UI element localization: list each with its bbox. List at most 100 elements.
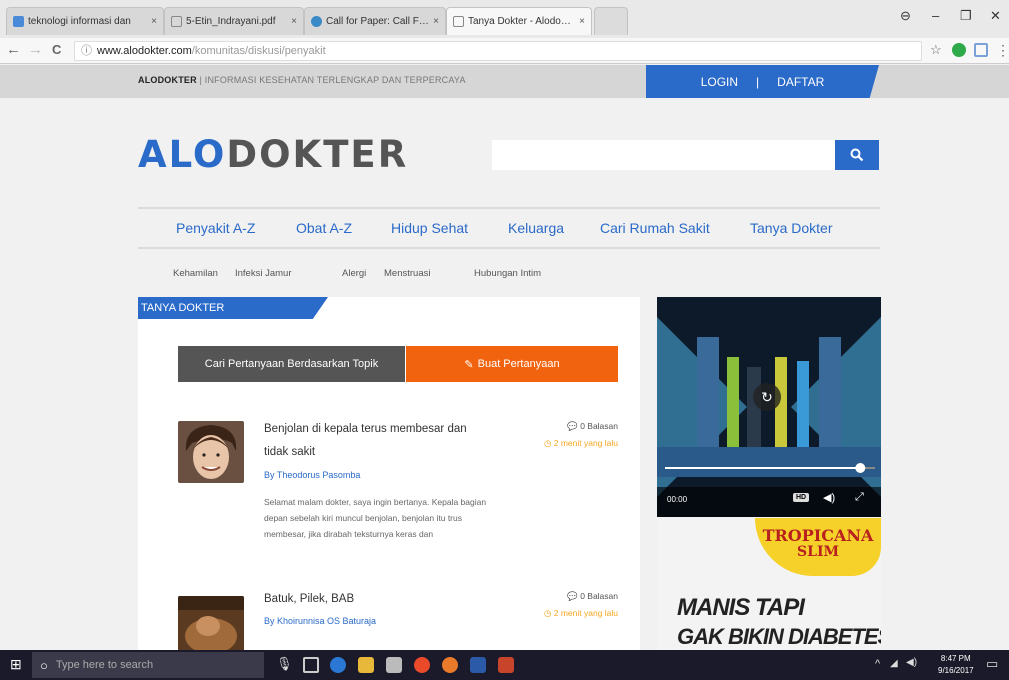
url-field[interactable]: ⓘ www.alodokter.com/komunitas/diskusi/pe… xyxy=(74,41,922,61)
browser-tab-strip: teknologi informasi dan × 5-Etin_Indraya… xyxy=(0,0,1009,38)
hd-toggle-button[interactable]: HD xyxy=(793,493,810,502)
tab-close-icon[interactable]: × xyxy=(579,16,585,27)
site-favicon-icon xyxy=(311,16,322,27)
chrome-icon[interactable] xyxy=(414,657,430,673)
tray-chevron-icon[interactable]: ^ xyxy=(875,658,880,670)
nav-keluarga[interactable]: Keluarga xyxy=(508,220,564,236)
account-bar: LOGIN | DAFTAR xyxy=(646,65,879,98)
video-time: 00:00 xyxy=(667,495,688,504)
address-bar-row: ← → C ⓘ www.alodokter.com/komunitas/disk… xyxy=(0,38,1009,64)
question-time: 2 menit yang lalu xyxy=(553,438,618,448)
task-view-icon[interactable] xyxy=(303,657,319,673)
advertisement-banner[interactable]: TROPICANA SLIM MANIS TAPI GAK BIKIN DIAB… xyxy=(657,518,881,650)
tropicana-logo: TROPICANA SLIM xyxy=(755,518,881,576)
profile-icon[interactable]: ⊖ xyxy=(900,8,911,24)
browser-menu-icon[interactable]: ⋮ xyxy=(996,41,1009,59)
os-taskbar: ⊞ ○ Type here to search 🎙 ^ ◢ ◀) 8:47 PM… xyxy=(0,650,1009,680)
windows-start-icon[interactable]: ⊞ xyxy=(10,656,22,673)
system-clock[interactable]: 8:47 PM 9/16/2017 xyxy=(938,653,974,677)
tab-close-icon[interactable]: × xyxy=(291,16,297,27)
site-info-icon[interactable]: ⓘ xyxy=(81,42,92,60)
bookmark-star-icon[interactable]: ☆ xyxy=(930,41,942,59)
pencil-icon: ✎ xyxy=(464,358,474,371)
nav-obat[interactable]: Obat A-Z xyxy=(296,220,352,236)
question-excerpt: Selamat malam dokter, saya ingin bertany… xyxy=(264,497,487,539)
logo-alo: ALO xyxy=(138,133,227,176)
document-icon xyxy=(453,16,464,27)
video-frame: ↻ xyxy=(657,297,881,517)
nav-cari-rumah-sakit[interactable]: Cari Rumah Sakit xyxy=(600,220,710,236)
subnav-infeksi-jamur[interactable]: Infeksi Jamur xyxy=(235,268,292,279)
subnav-hubungan-intim[interactable]: Hubungan Intim xyxy=(474,268,541,279)
notification-icon[interactable]: ▭ xyxy=(986,656,998,672)
firefox-icon[interactable] xyxy=(442,657,458,673)
question-time: 2 menit yang lalu xyxy=(553,608,618,618)
edge-icon[interactable] xyxy=(330,657,346,673)
minimize-icon[interactable]: – xyxy=(932,8,939,23)
microphone-icon[interactable]: 🎙 xyxy=(276,656,293,672)
ask-question-label: Buat Pertanyaan xyxy=(477,358,560,370)
site-favicon-icon xyxy=(13,16,24,27)
reload-icon[interactable]: C xyxy=(52,41,61,59)
question-meta: 💬 0 Balasan ◷ 2 menit yang lalu xyxy=(544,588,618,622)
section-label: TANYA DOKTER xyxy=(138,297,328,319)
tab-title: 5-Etin_Indrayani.pdf xyxy=(186,16,276,27)
ad-brand-line1: TROPICANA xyxy=(762,526,874,545)
site-logo[interactable]: ALODOKTER xyxy=(138,133,408,176)
register-link[interactable]: DAFTAR xyxy=(777,75,824,89)
comment-icon: 💬 xyxy=(567,421,578,431)
browser-tab-active[interactable]: Tanya Dokter - Alodokter × xyxy=(446,7,592,35)
reply-count: 0 Balasan xyxy=(580,591,618,601)
video-player[interactable]: ↻ 00:00 HD ◀) ⤢ xyxy=(657,297,881,517)
question-meta: 💬 0 Balasan ◷ 2 menit yang lalu xyxy=(544,418,618,452)
search-topic-button[interactable]: Cari Pertanyaan Berdasarkan Topik xyxy=(178,346,405,382)
store-icon[interactable] xyxy=(386,657,402,673)
question-author[interactable]: By Theodorus Pasomba xyxy=(264,470,360,480)
word-icon[interactable] xyxy=(470,657,486,673)
volume-icon[interactable]: ◀) xyxy=(823,491,835,504)
file-explorer-icon[interactable] xyxy=(358,657,374,673)
subnav-kehamilan[interactable]: Kehamilan xyxy=(173,268,218,279)
subnav-menstruasi[interactable]: Menstruasi xyxy=(384,268,430,279)
tab-close-icon[interactable]: × xyxy=(151,16,157,27)
back-icon[interactable]: ← xyxy=(6,41,21,59)
forward-icon[interactable]: → xyxy=(28,41,43,59)
ad-headline1: MANIS TAPI xyxy=(677,594,805,621)
svg-text:↻: ↻ xyxy=(761,390,773,406)
tagline-brand: ALODOKTER xyxy=(138,75,197,85)
tab-title: Tanya Dokter - Alodokter xyxy=(468,16,576,27)
question-item[interactable]: Batuk, Pilek, BAB By Khoirunnisa OS Batu… xyxy=(178,588,618,650)
ask-question-button[interactable]: ✎ Buat Pertanyaan xyxy=(406,346,618,382)
fullscreen-icon[interactable]: ⤢ xyxy=(855,491,864,504)
new-tab-button[interactable] xyxy=(594,7,628,35)
tab-title: Call for Paper: Call For Pa xyxy=(326,16,429,27)
network-icon[interactable]: ◢ xyxy=(890,658,898,669)
browser-tab[interactable]: Call for Paper: Call For Pa × xyxy=(304,7,446,35)
cortana-icon: ○ xyxy=(40,657,48,673)
search-button[interactable] xyxy=(835,140,879,170)
nav-penyakit[interactable]: Penyakit A-Z xyxy=(176,220,255,236)
tab-close-icon[interactable]: × xyxy=(433,16,439,27)
nav-tanya-dokter[interactable]: Tanya Dokter xyxy=(750,220,832,236)
restore-icon[interactable]: ❐ xyxy=(960,8,972,24)
browser-tab[interactable]: teknologi informasi dan × xyxy=(6,7,164,35)
volume-tray-icon[interactable]: ◀) xyxy=(906,657,917,668)
subnav-alergi[interactable]: Alergi xyxy=(342,268,366,279)
ad-headline2: GAK BIKIN DIABETES? xyxy=(677,624,881,649)
browser-tab[interactable]: 5-Etin_Indrayani.pdf × xyxy=(164,7,304,35)
close-window-icon[interactable]: ✕ xyxy=(990,8,1001,24)
question-title[interactable]: Batuk, Pilek, BAB xyxy=(264,588,482,611)
avatar xyxy=(178,596,244,650)
powerpoint-icon[interactable] xyxy=(498,657,514,673)
logo-dokter: DOKTER xyxy=(226,133,409,176)
question-title[interactable]: Benjolan di kepala terus membesar dan ti… xyxy=(264,418,482,464)
extension-icon[interactable] xyxy=(974,43,988,57)
search-input[interactable] xyxy=(492,140,835,170)
nav-hidup-sehat[interactable]: Hidup Sehat xyxy=(391,220,468,236)
extension-icon[interactable] xyxy=(952,43,966,57)
question-author[interactable]: By Khoirunnisa OS Baturaja xyxy=(264,616,376,626)
login-link[interactable]: LOGIN xyxy=(701,75,738,89)
url-path: /komunitas/diskusi/penyakit xyxy=(191,45,326,57)
taskbar-search[interactable]: ○ Type here to search xyxy=(32,652,264,678)
question-item[interactable]: Benjolan di kepala terus membesar dan ti… xyxy=(178,418,618,576)
